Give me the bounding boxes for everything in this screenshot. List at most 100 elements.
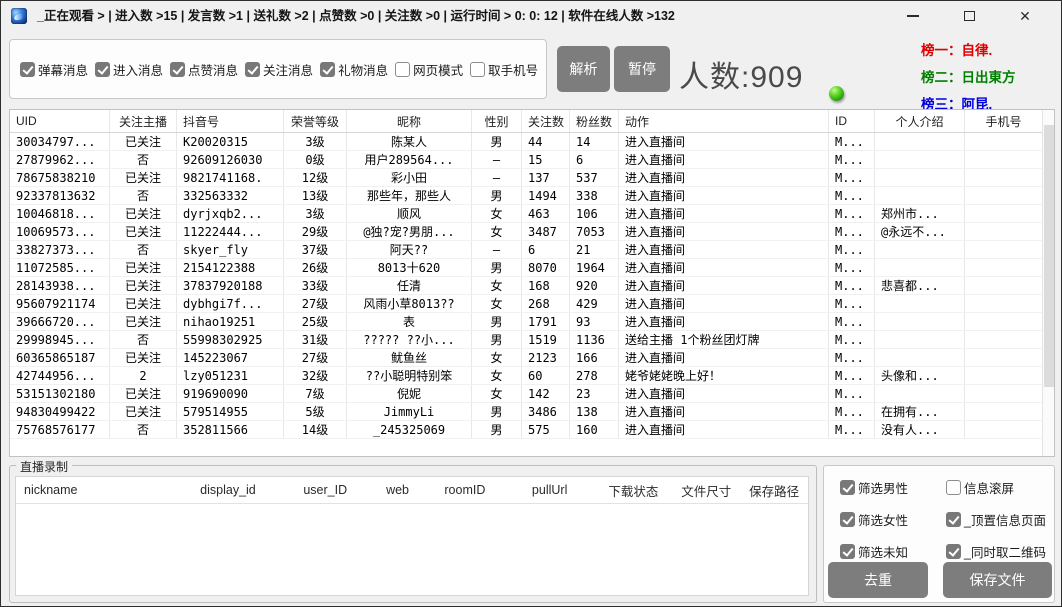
column-header-nickname[interactable]: 昵称 [347, 110, 472, 132]
table-row[interactable]: 78675838210已关注9821741168.12级彩小田–137537进入… [10, 169, 1054, 187]
table-scrollbar[interactable] [1042, 110, 1054, 456]
filter-option-label: 弹幕消息 [38, 60, 88, 79]
cell-id: M... [829, 403, 875, 420]
cell-gender: 女 [472, 385, 522, 402]
table-row[interactable]: 11072585...已关注215412238826级8013十620男8070… [10, 259, 1054, 277]
checkbox-checked-icon[interactable] [840, 480, 855, 495]
cell-id: M... [829, 223, 875, 240]
cell-action: 进入直播间 [619, 259, 829, 276]
cell-id: M... [829, 151, 875, 168]
table-row[interactable]: 42744956...2lzy05123132级??小聪明特别笨女60278姥爷… [10, 367, 1054, 385]
checkbox-checked-icon[interactable] [840, 544, 855, 559]
checkbox-option[interactable]: 取手机号 [470, 60, 538, 79]
recording-column-header[interactable]: web [370, 483, 425, 497]
recording-column-header[interactable]: user_ID [280, 483, 370, 497]
table-row[interactable]: 60365865187已关注14522306727级鱿鱼丝女2123166进入直… [10, 349, 1054, 367]
recording-column-header[interactable]: 保存路径 [740, 481, 808, 500]
dedupe-button[interactable]: 去重 [828, 562, 928, 598]
recording-column-header[interactable]: display_id [176, 483, 281, 497]
checkbox-checked-icon[interactable] [320, 62, 335, 77]
pause-button[interactable]: 暂停 [614, 46, 670, 92]
table-scrollbar-thumb[interactable] [1044, 125, 1054, 387]
checkbox-checked-icon[interactable] [170, 62, 185, 77]
column-header-id[interactable]: ID [829, 110, 875, 132]
viewer-table-header: UID关注主播抖音号荣誉等级昵称性别关注数粉丝数动作ID个人介绍手机号 [10, 110, 1054, 133]
checkbox-option[interactable]: 弹幕消息 [20, 60, 88, 79]
table-row[interactable]: 30034797...已关注K200203153级陈某人男4414进入直播间M.… [10, 133, 1054, 151]
cell-id: M... [829, 241, 875, 258]
table-row[interactable]: 10046818...已关注dyrjxqb2...3级顺风女463106进入直播… [10, 205, 1054, 223]
checkbox-option[interactable]: 礼物消息 [320, 60, 388, 79]
table-row[interactable]: 92337813632否33256333213级那些年，那些人男1494338进… [10, 187, 1054, 205]
table-row[interactable]: 95607921174已关注dybhgi7f...27级风雨小草8013??女2… [10, 295, 1054, 313]
cell-id: M... [829, 205, 875, 222]
column-header-douyin-id[interactable]: 抖音号 [177, 110, 284, 132]
checkbox-checked-icon[interactable] [946, 512, 961, 527]
checkbox-option[interactable]: 进入消息 [95, 60, 163, 79]
recording-column-header[interactable]: roomID [425, 483, 505, 497]
recording-column-header[interactable]: pullUrl [505, 483, 595, 497]
cell-honor-level: 25级 [284, 313, 347, 330]
checkbox-option[interactable]: 点赞消息 [170, 60, 238, 79]
table-row[interactable]: 75768576177否35281156614级_245325069男57516… [10, 421, 1054, 439]
recording-column-header[interactable]: 下载状态 [595, 481, 673, 500]
cell-phone [965, 205, 1043, 222]
column-header-phone[interactable]: 手机号 [965, 110, 1043, 132]
maximize-button[interactable] [941, 1, 997, 31]
table-row[interactable]: 94830499422已关注5795149555级JimmyLi男3486138… [10, 403, 1054, 421]
minimize-icon [907, 15, 919, 17]
checkbox-option[interactable]: 网页模式 [395, 60, 463, 79]
cell-id: M... [829, 385, 875, 402]
column-header-fans-count[interactable]: 粉丝数 [570, 110, 619, 132]
table-row[interactable]: 39666720...已关注nihao1925125级表男179193进入直播间… [10, 313, 1054, 331]
titlebar[interactable]: _正在观看 > | 进入数 >15 | 发言数 >1 | 送礼数 >2 | 点赞… [1, 1, 1061, 31]
checkbox-option[interactable]: 关注消息 [245, 60, 313, 79]
checkbox-unchecked-icon[interactable] [395, 62, 410, 77]
close-button[interactable]: ✕ [997, 1, 1053, 31]
checkbox-checked-icon[interactable] [245, 62, 260, 77]
table-row[interactable]: 33827373...否skyer_fly37级阿天??–621进入直播间M..… [10, 241, 1054, 259]
column-header-intro[interactable]: 个人介绍 [875, 110, 965, 132]
checkbox-option[interactable]: 筛选男性 [840, 478, 908, 497]
cell-honor-level: 3级 [284, 133, 347, 150]
window-title: _正在观看 > | 进入数 >15 | 发言数 >1 | 送礼数 >2 | 点赞… [37, 1, 675, 31]
column-header-honor-level[interactable]: 荣誉等级 [284, 110, 347, 132]
cell-follow-status: 已关注 [110, 277, 177, 294]
recording-column-header[interactable]: nickname [16, 483, 176, 497]
minimize-button[interactable] [885, 1, 941, 31]
table-row[interactable]: 27879962...否926091260300级用户289564...–156… [10, 151, 1054, 169]
column-header-following-count[interactable]: 关注数 [522, 110, 570, 132]
checkbox-unchecked-icon[interactable] [946, 480, 961, 495]
cell-follow-status: 已关注 [110, 223, 177, 240]
cell-gender: 女 [472, 277, 522, 294]
checkbox-checked-icon[interactable] [95, 62, 110, 77]
cell-following-count: 463 [522, 205, 570, 222]
table-row[interactable]: 10069573...已关注11222444...29级@独?宠?男朋...女3… [10, 223, 1054, 241]
recording-group-title: 直播录制 [16, 458, 72, 475]
save-file-button[interactable]: 保存文件 [943, 562, 1052, 598]
checkbox-option[interactable]: 筛选女性 [840, 510, 908, 529]
table-row[interactable]: 28143938...已关注3783792018833级任清女168920进入直… [10, 277, 1054, 295]
column-header-uid[interactable]: UID [10, 110, 110, 132]
checkbox-option[interactable]: _顶置信息页面 [946, 510, 1046, 529]
cell-action: 进入直播间 [619, 295, 829, 312]
cell-intro [875, 169, 965, 186]
table-row[interactable]: 53151302180已关注9196900907级倪妮女14223进入直播间M.… [10, 385, 1054, 403]
cell-action: 进入直播间 [619, 403, 829, 420]
recording-column-header[interactable]: 文件尺寸 [672, 481, 740, 500]
cell-uid: 10046818... [10, 205, 110, 222]
column-header-action[interactable]: 动作 [619, 110, 829, 132]
checkbox-option[interactable]: _同时取二维码 [946, 542, 1046, 561]
parse-button[interactable]: 解析 [557, 46, 610, 92]
cell-phone [965, 133, 1043, 150]
column-header-follow-status[interactable]: 关注主播 [110, 110, 177, 132]
checkbox-unchecked-icon[interactable] [470, 62, 485, 77]
table-row[interactable]: 29998945...否5599830292531级????? ??小...男1… [10, 331, 1054, 349]
checkbox-checked-icon[interactable] [840, 512, 855, 527]
checkbox-checked-icon[interactable] [946, 544, 961, 559]
checkbox-option[interactable]: 筛选未知 [840, 542, 908, 561]
checkbox-checked-icon[interactable] [20, 62, 35, 77]
column-header-gender[interactable]: 性别 [472, 110, 522, 132]
checkbox-option[interactable]: 信息滚屏 [946, 478, 1046, 497]
cell-honor-level: 0级 [284, 151, 347, 168]
